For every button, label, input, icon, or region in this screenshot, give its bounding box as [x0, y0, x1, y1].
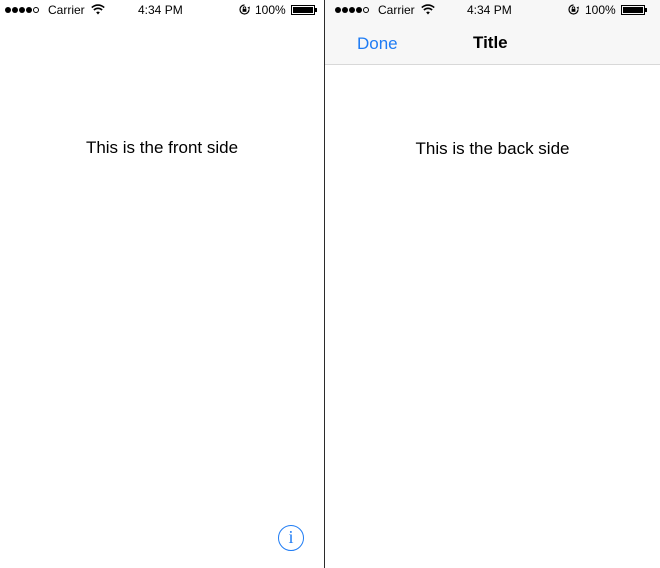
signal-strength-icon [335, 4, 370, 15]
done-button[interactable]: Done [357, 34, 398, 54]
battery-percent: 100% [585, 3, 616, 17]
front-screen: Carrier 4:34 PM 100% This is the front s… [0, 0, 324, 568]
battery-icon [291, 5, 317, 15]
battery-fill [623, 7, 643, 13]
battery-percent: 100% [255, 3, 286, 17]
back-screen: Carrier 4:34 PM 100% Done Title This is … [325, 0, 660, 568]
front-side-label: This is the front side [85, 138, 239, 157]
status-time: 4:34 PM [467, 3, 512, 17]
info-button[interactable]: i [278, 525, 304, 551]
carrier-label: Carrier [378, 3, 415, 17]
rotation-lock-icon [568, 4, 579, 15]
battery-fill [293, 7, 313, 13]
status-time: 4:34 PM [138, 3, 183, 17]
carrier-label: Carrier [48, 3, 85, 17]
wifi-icon [421, 4, 435, 15]
status-bar: Carrier 4:34 PM 100% [0, 0, 324, 20]
info-icon: i [288, 527, 294, 547]
battery-icon [621, 5, 647, 15]
signal-strength-icon [5, 4, 40, 15]
flip-demo-stage: Carrier 4:34 PM 100% This is the front s… [0, 0, 660, 568]
wifi-icon [91, 4, 105, 15]
nav-title: Title [473, 33, 508, 52]
navigation-bar: Carrier 4:34 PM 100% Done Title [325, 0, 660, 65]
rotation-lock-icon [239, 4, 250, 15]
status-bar: Carrier 4:34 PM 100% [325, 0, 660, 20]
back-side-label: This is the back side [415, 139, 570, 158]
